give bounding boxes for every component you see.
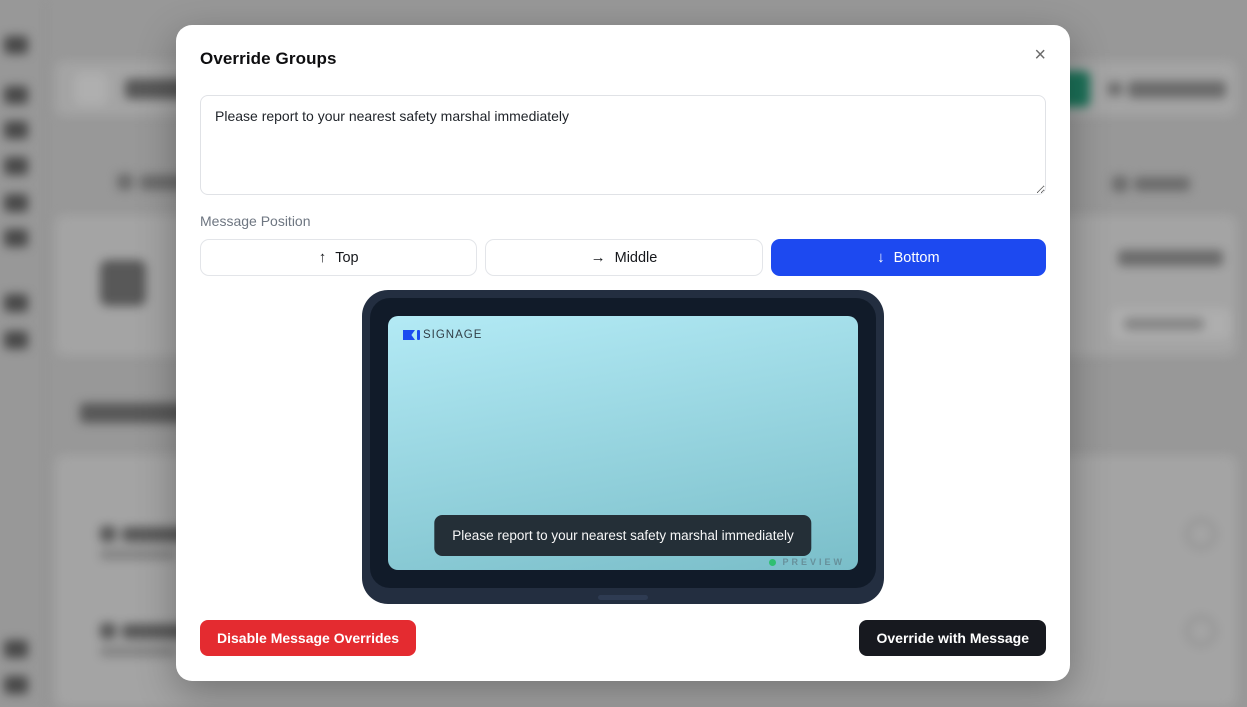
logo-flag-icon — [403, 330, 415, 340]
tv-bezel: SIGNAGE Please report to your nearest sa… — [370, 298, 876, 588]
position-bottom-label: Bottom — [894, 250, 940, 266]
tv-stand — [598, 595, 648, 600]
tv-preview: SIGNAGE Please report to your nearest sa… — [362, 290, 884, 604]
position-middle-label: Middle — [615, 250, 658, 266]
modal-actions: Disable Message Overrides Override with … — [200, 620, 1046, 656]
modal-title: Override Groups — [200, 49, 337, 69]
arrow-up-icon: ↑ — [319, 250, 327, 265]
arrow-down-icon: ↓ — [877, 250, 885, 265]
tv-screen: SIGNAGE Please report to your nearest sa… — [388, 316, 858, 570]
preview-status-dot — [769, 559, 776, 566]
disable-message-overrides-button[interactable]: Disable Message Overrides — [200, 620, 416, 656]
position-middle-button[interactable]: → Middle — [485, 239, 762, 276]
logo-bar-icon — [417, 330, 420, 340]
message-position-label: Message Position — [200, 213, 1046, 229]
preview-message-overlay: Please report to your nearest safety mar… — [434, 515, 811, 556]
arrow-right-icon: → — [591, 250, 606, 265]
preview-badge: PREVIEW — [769, 557, 845, 567]
position-top-label: Top — [335, 250, 358, 266]
close-icon[interactable]: × — [1032, 45, 1048, 65]
override-message-input[interactable]: Please report to your nearest safety mar… — [200, 95, 1046, 195]
override-groups-modal: Override Groups × Please report to your … — [176, 25, 1070, 681]
message-position-group: ↑ Top → Middle ↓ Bottom — [200, 239, 1046, 276]
modal-header: Override Groups × — [200, 49, 1046, 71]
logo-text: SIGNAGE — [423, 329, 482, 341]
preview-badge-label: PREVIEW — [782, 557, 845, 567]
override-with-message-button[interactable]: Override with Message — [859, 620, 1046, 656]
position-top-button[interactable]: ↑ Top — [200, 239, 477, 276]
pisignage-logo: SIGNAGE — [403, 329, 482, 341]
position-bottom-button[interactable]: ↓ Bottom — [771, 239, 1046, 276]
